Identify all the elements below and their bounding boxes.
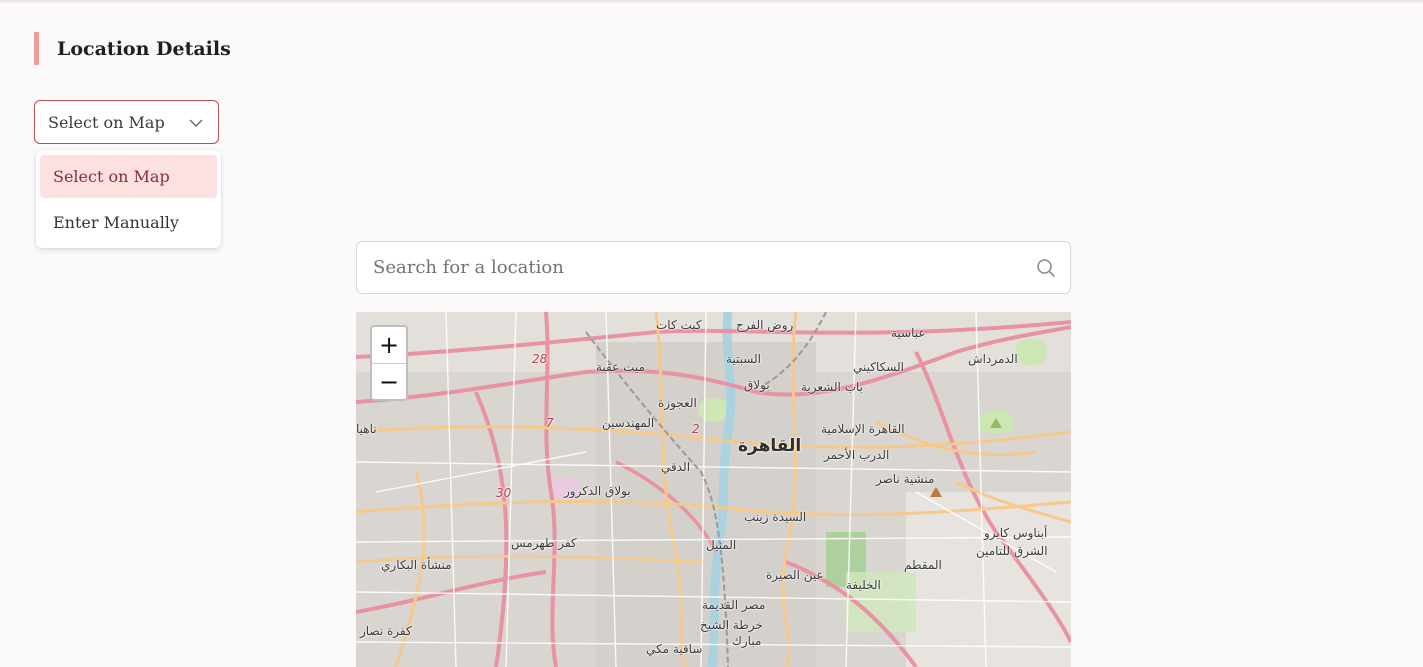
road-number: 7	[546, 416, 554, 430]
map-label: أبناوس كايرو	[984, 526, 1048, 540]
option-select-on-map[interactable]: Select on Map	[40, 155, 217, 198]
map-label: المقطم	[904, 558, 942, 572]
location-mode-dropdown: Select on Map Enter Manually	[36, 150, 221, 248]
map-label: بولاق الدكرور	[564, 484, 631, 498]
map-label: مصر القديمة	[702, 598, 766, 612]
map-label: السيدة زينب	[744, 510, 807, 524]
map-label: القاهرة	[738, 436, 802, 456]
location-mode-select[interactable]: Select on Map	[34, 100, 219, 144]
map-label: المنيل	[706, 538, 737, 552]
zoom-out-button[interactable]: −	[372, 364, 406, 400]
map-label: ساقية مكي	[646, 642, 703, 656]
road-number: 28	[532, 352, 548, 366]
map-label: الدرب الأحمر	[824, 448, 890, 462]
map-label: السكاكيني	[853, 360, 904, 374]
map-label: عين الصيرة	[766, 568, 824, 582]
road-number: 30	[496, 486, 512, 500]
map-label: الدمرداش	[968, 352, 1018, 366]
map-label: السبتية	[726, 352, 761, 366]
map-label: عباسية	[891, 326, 926, 340]
section-accent-bar	[34, 32, 39, 65]
road-number: 2	[692, 422, 700, 436]
map-label: بولاق	[744, 378, 770, 392]
map-label: روض الفرج	[736, 318, 794, 332]
map-label: مبارك	[732, 634, 762, 648]
section-header: Location Details	[34, 32, 231, 65]
map-label: الخليفة	[846, 578, 881, 592]
map-label: خرطة الشيخ	[700, 618, 763, 632]
map-label: الشرق للتامين	[976, 544, 1048, 558]
topbar-shadow	[0, 0, 1423, 4]
map-label: الدقي	[661, 460, 691, 474]
location-map[interactable]: + − كيت كات روض الفرج عباسية السبتية الد…	[356, 312, 1071, 667]
search-icon[interactable]	[1036, 258, 1056, 278]
map-label: منشأة البكاري	[381, 558, 452, 572]
zoom-in-button[interactable]: +	[372, 327, 406, 364]
map-tiles[interactable]	[356, 312, 1071, 667]
map-label: باب الشعرية	[801, 380, 863, 394]
map-label: منشية ناصر	[876, 472, 935, 486]
map-label: المهندسين	[602, 416, 655, 430]
map-label: كيت كات	[656, 318, 702, 332]
map-label: القاهرة الإسلامية	[821, 422, 905, 436]
location-search-input[interactable]	[357, 242, 1017, 293]
map-zoom-control: + −	[370, 325, 408, 401]
location-mode-selected-value: Select on Map	[48, 112, 165, 132]
section-title: Location Details	[57, 37, 231, 60]
map-label: كفر طهرمس	[511, 536, 577, 550]
chevron-down-icon	[189, 119, 203, 127]
map-label: ميت عقبة	[596, 360, 645, 374]
location-search	[356, 241, 1071, 294]
map-label: ناهيا	[356, 422, 377, 436]
map-label: كفرة نصار	[360, 624, 412, 638]
map-label: العجوزة	[658, 396, 697, 410]
option-enter-manually[interactable]: Enter Manually	[40, 201, 217, 244]
